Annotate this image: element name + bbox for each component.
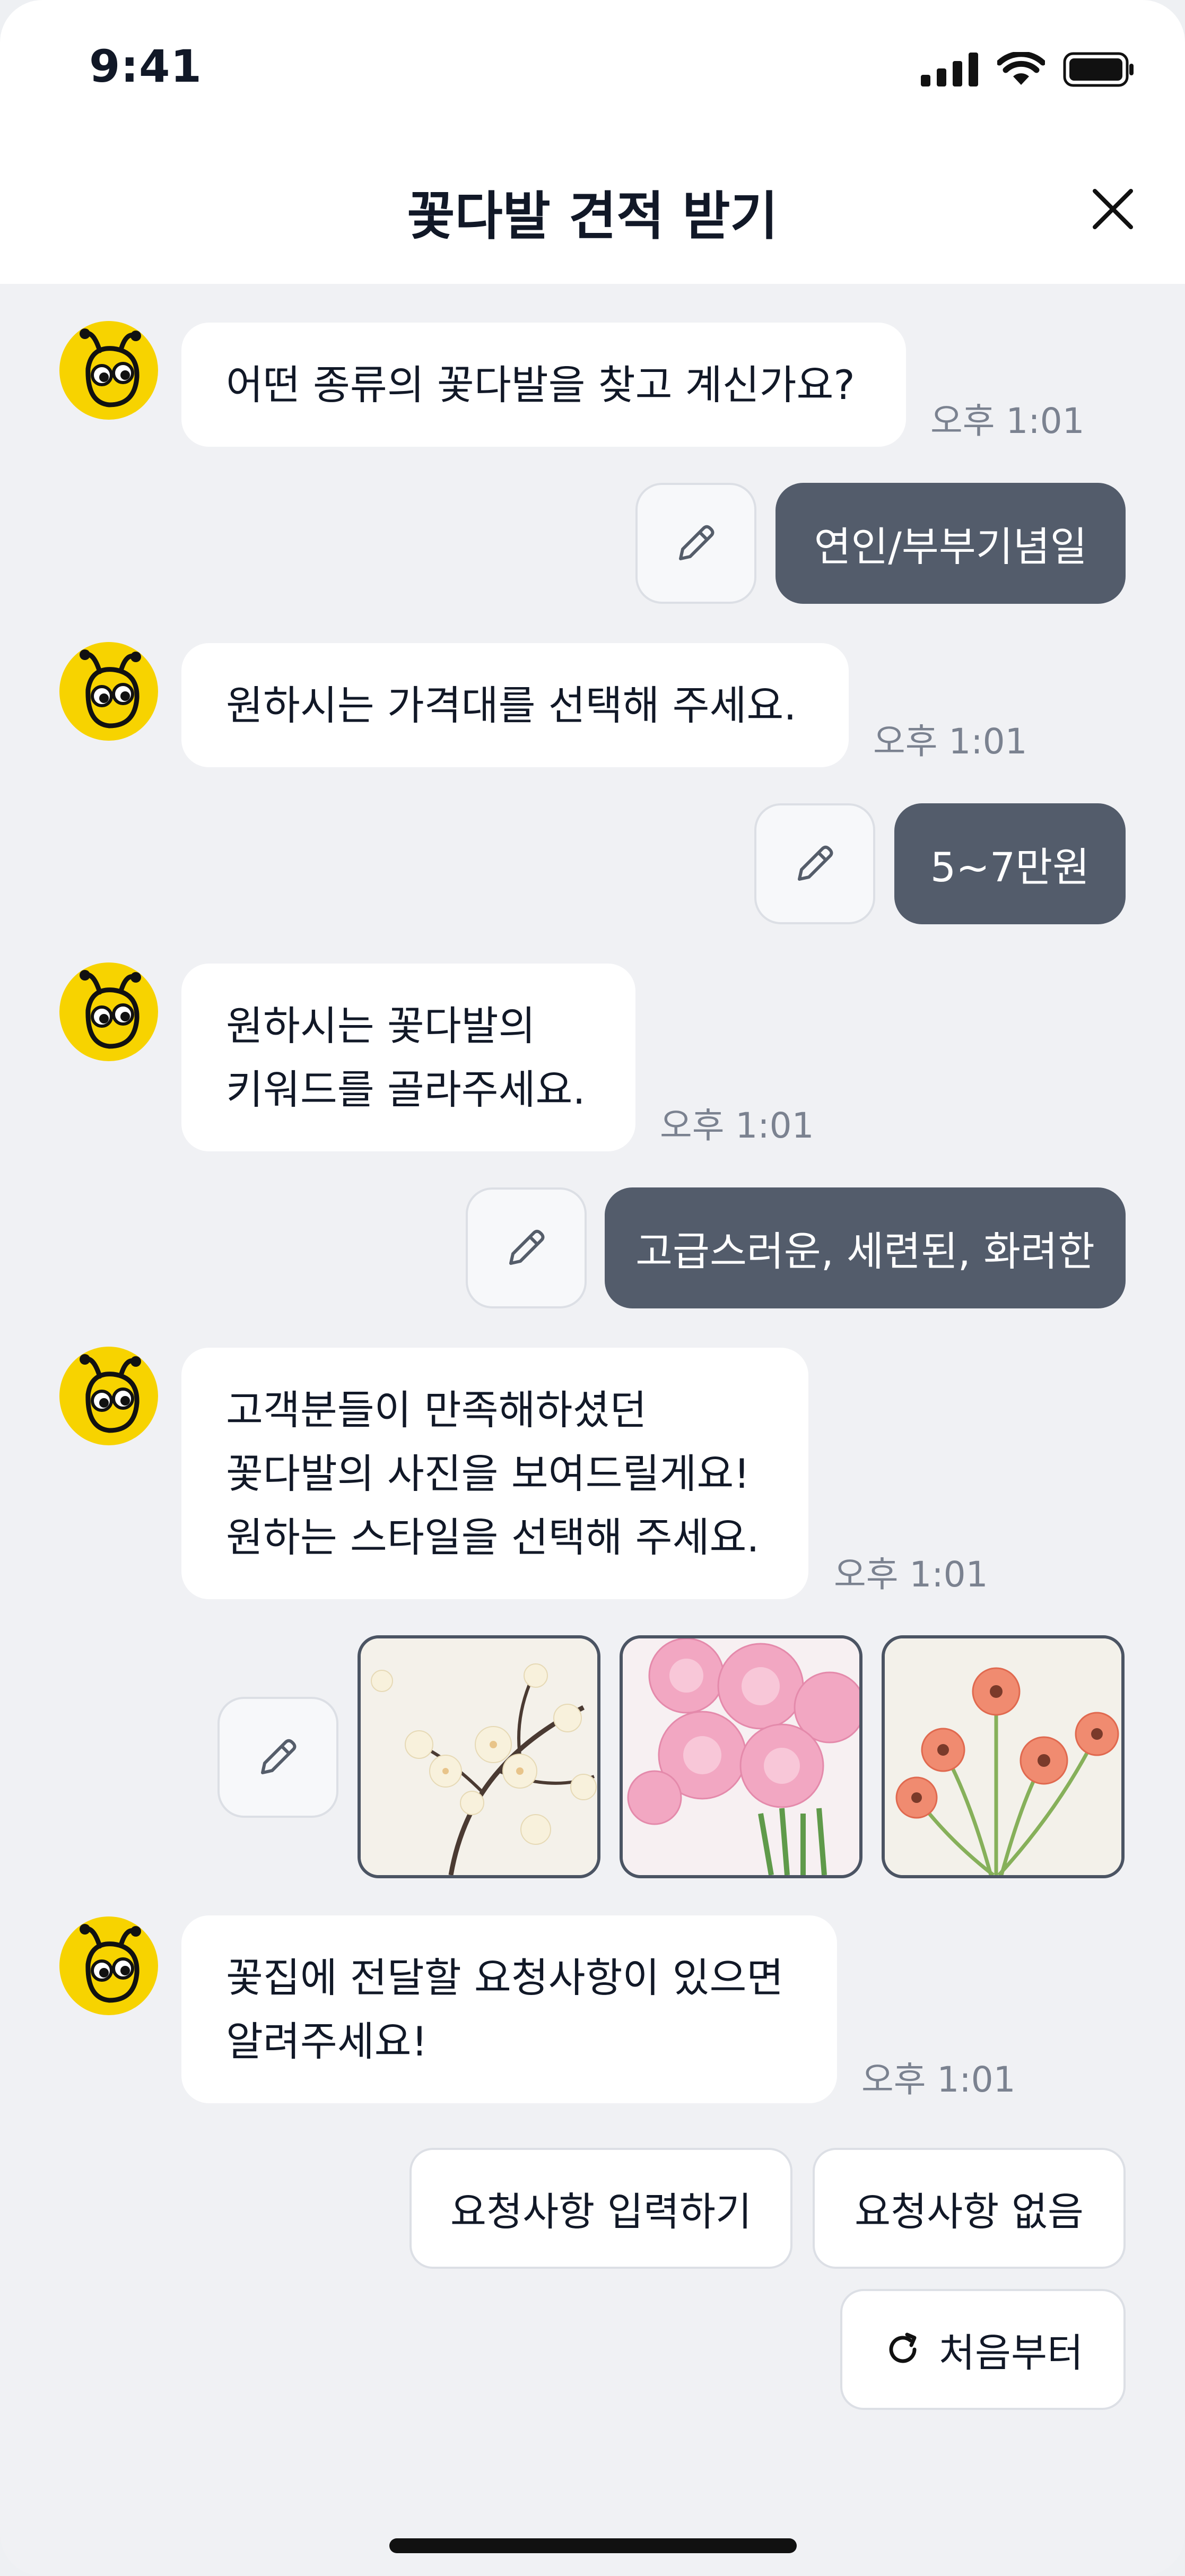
message-line: 꽃집에 전달할 요청사항이 있으면 xyxy=(226,1954,784,2001)
pencil-icon xyxy=(509,1229,545,1265)
message-line: 원하는 스타일을 선택해 주세요. xyxy=(226,1514,760,1561)
magnolia-photo xyxy=(361,1638,597,1875)
pencil-icon xyxy=(798,845,833,881)
message-timestamp: 오후 1:01 xyxy=(660,1105,814,1146)
edit-answer-button[interactable] xyxy=(466,1187,587,1308)
bee-avatar-icon xyxy=(59,1347,158,1445)
message-line: 고객분들이 만족해하셨던 xyxy=(226,1386,647,1434)
enter-request-button[interactable]: 요청사항 입력하기 xyxy=(409,2148,792,2269)
bee-avatar-icon xyxy=(59,1916,158,2015)
pencil-icon xyxy=(679,525,715,560)
home-indicator xyxy=(389,2538,797,2553)
message-timestamp: 오후 1:01 xyxy=(930,401,1085,441)
edit-answer-button[interactable] xyxy=(635,483,756,604)
page-title: 꽃다발 견적 받기 xyxy=(407,186,778,247)
no-request-button[interactable]: 요청사항 없음 xyxy=(813,2148,1126,2269)
gerbera-photo xyxy=(885,1638,1121,1875)
status-time: 9:41 xyxy=(89,40,202,92)
ranunculus-photo xyxy=(623,1638,859,1875)
user-answer-bubble: 5~7만원 xyxy=(894,803,1126,924)
user-answer-bubble: 고급스러운, 세련된, 화려한 xyxy=(605,1187,1126,1308)
signal-icon xyxy=(921,53,978,86)
message-line: 원하시는 가격대를 선택해 주세요. xyxy=(226,682,797,729)
message-timestamp: 오후 1:01 xyxy=(834,1554,988,1595)
edit-answer-button[interactable] xyxy=(754,803,875,924)
bot-message-bubble: 꽃집에 전달할 요청사항이 있으면 알려주세요! xyxy=(181,1915,837,2103)
chat-screen: 9:41 꽃다발 견적 받기 어떤 종류의 꽃다발을 찾고 계신가요? 오후 1… xyxy=(0,0,1185,2576)
restart-button[interactable]: 처음부터 xyxy=(840,2289,1126,2410)
message-timestamp: 오후 1:01 xyxy=(873,721,1027,762)
header-area: 9:41 꽃다발 견적 받기 xyxy=(0,0,1185,284)
message-line: 어떤 종류의 꽃다발을 찾고 계신가요? xyxy=(226,361,855,409)
message-timestamp: 오후 1:01 xyxy=(861,2059,1016,2100)
bot-message-bubble: 원하시는 가격대를 선택해 주세요. xyxy=(181,643,849,767)
message-line: 키워드를 골라주세요. xyxy=(226,1066,586,1113)
status-icons xyxy=(921,52,1134,87)
bouquet-photo-option[interactable] xyxy=(620,1635,862,1878)
bouquet-photo-option[interactable] xyxy=(882,1635,1125,1878)
close-icon[interactable] xyxy=(1091,187,1135,231)
bot-message-bubble: 원하시는 꽃다발의 키워드를 골라주세요. xyxy=(181,964,635,1151)
message-line: 꽃다발의 사진을 보여드릴게요! xyxy=(226,1450,750,1497)
refresh-icon xyxy=(889,2332,917,2363)
bee-avatar-icon xyxy=(59,962,158,1061)
restart-label: 처음부터 xyxy=(938,2330,1084,2376)
bee-avatar-icon xyxy=(59,642,158,741)
edit-answer-button[interactable] xyxy=(217,1697,338,1818)
battery-icon xyxy=(1063,52,1134,87)
message-line: 원하시는 꽃다발의 xyxy=(226,1002,536,1050)
bot-message-bubble: 고객분들이 만족해하셨던 꽃다발의 사진을 보여드릴게요! 원하는 스타일을 선… xyxy=(181,1348,808,1599)
bee-avatar-icon xyxy=(59,321,158,420)
message-line: 알려주세요! xyxy=(226,2018,428,2065)
wifi-icon xyxy=(997,52,1045,85)
pencil-icon xyxy=(261,1739,297,1774)
bouquet-photo-option[interactable] xyxy=(358,1635,600,1878)
bot-message-bubble: 어떤 종류의 꽃다발을 찾고 계신가요? xyxy=(181,323,906,447)
user-answer-bubble: 연인/부부기념일 xyxy=(776,483,1126,604)
